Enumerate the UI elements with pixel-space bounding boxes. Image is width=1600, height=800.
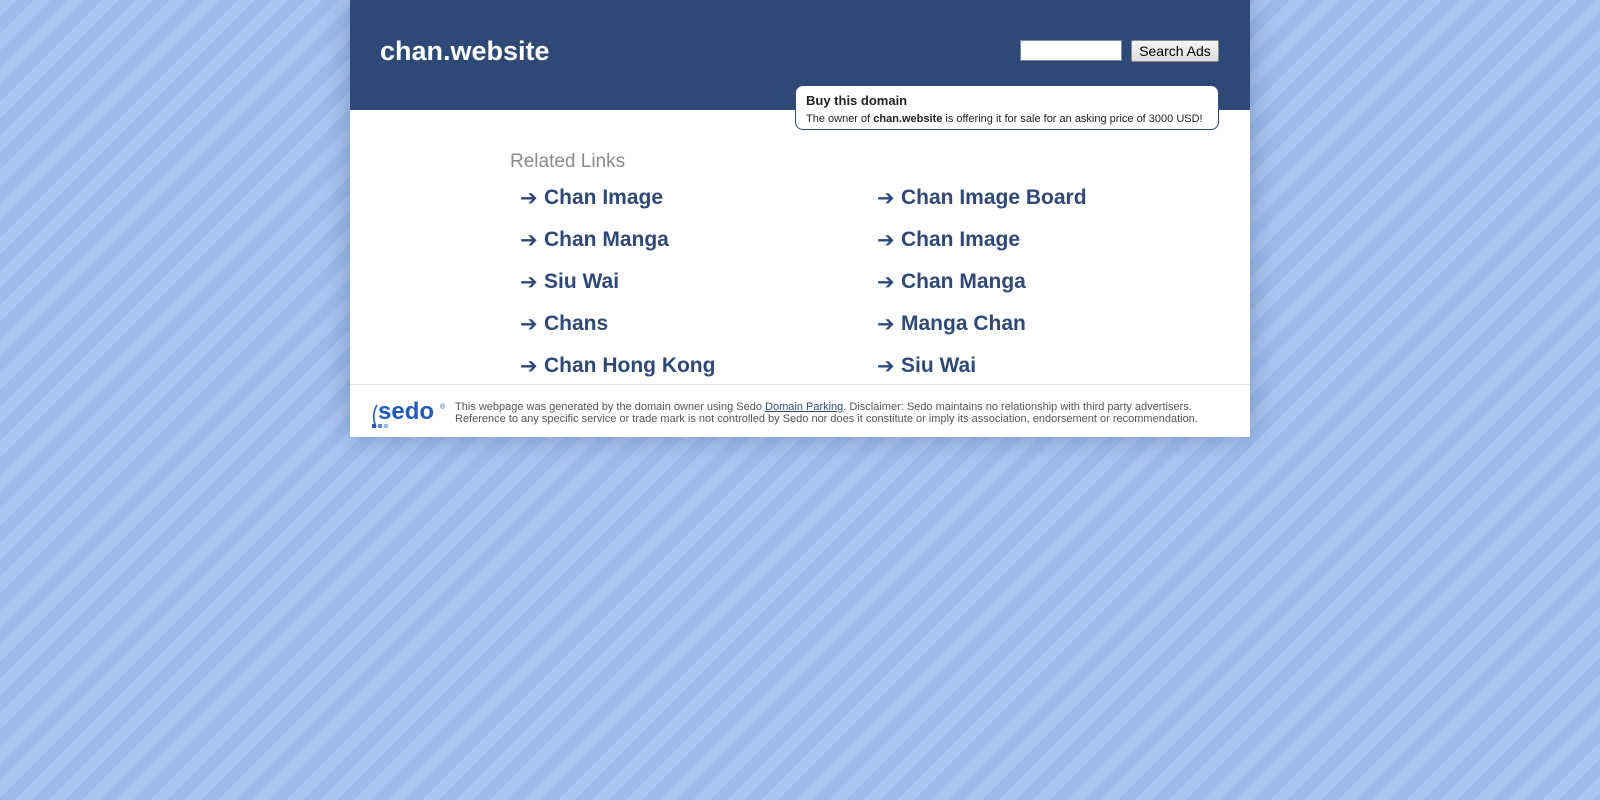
arrow-right-icon: ➔ [520, 186, 538, 210]
footer-text-prefix: This webpage was generated by the domain… [455, 401, 766, 413]
buy-domain-text: The owner of chan.website is offering it… [806, 113, 1203, 125]
arrow-right-icon: ➔ [877, 186, 895, 210]
related-link[interactable]: ➔ Siu Wai [520, 261, 877, 303]
svg-text:®: ® [440, 403, 446, 411]
related-link-label[interactable]: Chan Image [544, 186, 663, 210]
arrow-right-icon: ➔ [877, 228, 895, 252]
related-link[interactable]: ➔ Siu Wai [877, 345, 1220, 387]
related-link-label[interactable]: Siu Wai [901, 354, 976, 378]
buy-domain-name: chan.website [873, 113, 943, 125]
footer: sedo ® This webpage was generated by the… [350, 384, 1250, 437]
arrow-right-icon: ➔ [877, 312, 895, 336]
domain-parking-link[interactable]: Domain Parking [765, 401, 843, 413]
arrow-right-icon: ➔ [520, 228, 538, 252]
buy-domain-title[interactable]: Buy this domain [806, 93, 1208, 109]
arrow-right-icon: ➔ [520, 354, 538, 378]
arrow-right-icon: ➔ [877, 354, 895, 378]
domain-title: chan.website [380, 36, 550, 66]
related-link-label[interactable]: Chan Manga [901, 270, 1026, 294]
page-container: chan.website Search Ads Buy this domain … [350, 0, 1250, 437]
related-link[interactable]: ➔ Chan Image [520, 177, 877, 219]
related-link-label[interactable]: Chan Image Board [901, 186, 1087, 210]
related-link-label[interactable]: Chan Manga [544, 228, 669, 252]
arrow-right-icon: ➔ [877, 270, 895, 294]
buy-text-suffix: is offering it for sale for an asking pr… [942, 113, 1203, 125]
sedo-logo-text: sedo [378, 398, 434, 425]
related-link-label[interactable]: Siu Wai [544, 270, 619, 294]
related-link[interactable]: ➔ Chan Manga [520, 219, 877, 261]
search-ads-button[interactable]: Search Ads [1131, 40, 1219, 62]
arrow-right-icon: ➔ [520, 270, 538, 294]
related-link[interactable]: ➔ Chans [520, 303, 877, 345]
related-link[interactable]: ➔ Chan Image Board [877, 177, 1220, 219]
sedo-logo[interactable]: sedo ® [370, 397, 448, 431]
related-links-grid: ➔ Chan Image ➔ Chan Image Board ➔ Chan Mang… [520, 177, 1220, 387]
related-link[interactable]: ➔ Manga Chan [877, 303, 1220, 345]
related-link-label[interactable]: Manga Chan [901, 312, 1026, 336]
footer-disclaimer: This webpage was generated by the domain… [455, 401, 1235, 425]
related-link[interactable]: ➔ Chan Hong Kong [520, 345, 877, 387]
related-link-label[interactable]: Chan Hong Kong [544, 354, 715, 378]
buy-domain-box[interactable]: Buy this domain The owner of chan.websit… [795, 85, 1219, 130]
related-link-label[interactable]: Chans [544, 312, 608, 336]
arrow-right-icon: ➔ [520, 312, 538, 336]
related-link-label[interactable]: Chan Image [901, 228, 1020, 252]
buy-text-prefix: The owner of [806, 113, 874, 125]
search-input[interactable] [1020, 40, 1122, 61]
related-link[interactable]: ➔ Chan Image [877, 219, 1220, 261]
related-links-heading: Related Links [510, 151, 626, 172]
related-link[interactable]: ➔ Chan Manga [877, 261, 1220, 303]
